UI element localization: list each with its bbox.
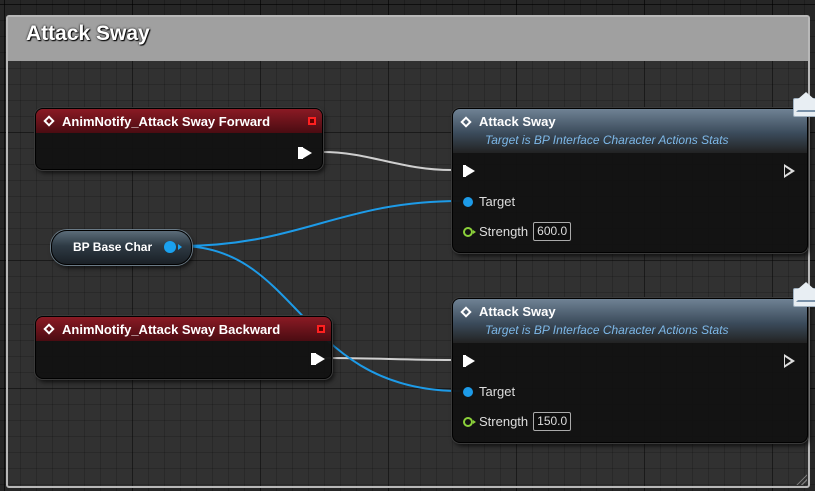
target-pin-label: Target [479,194,516,209]
event-icon [43,115,55,127]
exec-output-pin[interactable] [784,164,795,178]
function-icon [460,305,472,318]
event-node-header[interactable]: AnimNotify_Attack Sway Forward [36,109,322,133]
function-node-attack-sway-2[interactable]: Attack Sway Target is BP Interface Chara… [452,282,815,443]
exec-output-pin[interactable] [298,147,312,159]
object-output-pin[interactable] [164,241,182,253]
comment-resize-grip[interactable] [795,473,807,485]
function-node-title: Attack Sway [479,114,556,129]
target-pin-row: Target [463,194,515,209]
message-envelope-icon [793,92,815,117]
delegate-pin-icon[interactable] [308,117,316,125]
event-node-forward[interactable]: AnimNotify_Attack Sway Forward [35,108,323,170]
target-input-pin[interactable] [463,386,473,397]
strength-pin-label: Strength [479,414,529,429]
strength-input-pin[interactable] [463,226,476,237]
strength-value-field[interactable]: 150.0 [533,412,572,431]
blueprint-graph-canvas[interactable]: Attack Sway AnimNotify_Attack Sway Forwa… [0,0,815,491]
strength-pin-row: Strength 600.0 [463,222,572,241]
event-node-title: AnimNotify_Attack Sway Backward [62,321,281,337]
function-node-header[interactable]: Attack Sway Target is BP Interface Chara… [453,92,815,153]
target-pin-row: Target [463,384,515,399]
event-node-backward[interactable]: AnimNotify_Attack Sway Backward [35,316,332,379]
delegate-pin-icon[interactable] [317,325,325,333]
strength-pin-label: Strength [479,224,529,239]
exec-output-pin[interactable] [784,354,795,368]
variable-label: BP Base Char [73,240,153,254]
event-node-header[interactable]: AnimNotify_Attack Sway Backward [36,317,331,341]
event-icon [43,323,55,335]
exec-input-pin[interactable] [463,165,475,177]
target-input-pin[interactable] [463,196,473,207]
variable-node-bp-base-char[interactable]: BP Base Char [51,230,192,265]
event-node-title: AnimNotify_Attack Sway Forward [62,113,271,129]
strength-value-field[interactable]: 600.0 [533,222,572,241]
function-node-subtitle: Target is BP Interface Character Actions… [485,323,729,337]
function-node-attack-sway-1[interactable]: Attack Sway Target is BP Interface Chara… [452,92,815,253]
function-node-header[interactable]: Attack Sway Target is BP Interface Chara… [453,282,815,343]
comment-title: Attack Sway [26,22,150,45]
message-envelope-icon [793,282,815,307]
exec-output-pin[interactable] [311,353,325,365]
exec-input-pin[interactable] [463,355,475,367]
strength-input-pin[interactable] [463,416,476,427]
function-icon [460,115,472,128]
function-node-title: Attack Sway [479,304,556,319]
function-node-subtitle: Target is BP Interface Character Actions… [485,133,729,147]
target-pin-label: Target [479,384,516,399]
strength-pin-row: Strength 150.0 [463,412,572,431]
